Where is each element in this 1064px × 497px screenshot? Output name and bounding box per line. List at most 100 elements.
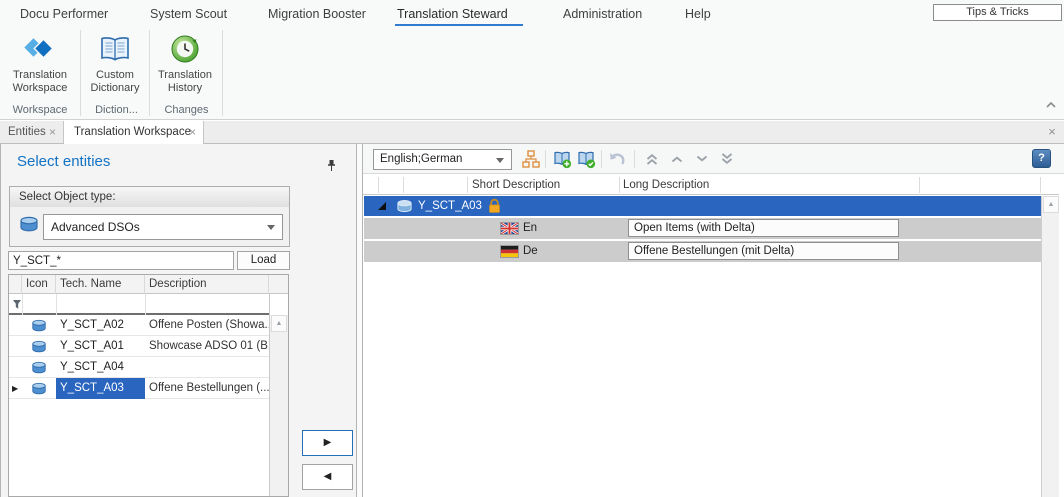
column-header-tech-name[interactable]: Tech. Name (56, 275, 145, 294)
description-cell[interactable]: Offene Posten (Showa... (145, 315, 269, 336)
tech-name-cell[interactable]: Y_SCT_A01 (56, 336, 145, 357)
column-header-description[interactable]: Description (145, 275, 269, 294)
ribbon-group-separator (149, 30, 150, 116)
tab-entities-label: Entities (8, 126, 46, 138)
tree-node-selected[interactable]: Y_SCT_A03 (364, 196, 1041, 216)
close-icon[interactable]: × (1044, 121, 1060, 143)
chevron-down-icon (496, 158, 504, 163)
ribbon-tab-row: Docu Performer System Scout Migration Bo… (0, 0, 1064, 28)
ribbon-tab-administration[interactable]: Administration (563, 7, 642, 21)
object-type-value: Advanced DSOs (51, 220, 140, 234)
tips-and-tricks-button[interactable]: Tips & Tricks (933, 4, 1062, 21)
grid-column-line (619, 177, 620, 193)
chevron-up-icon (1045, 100, 1057, 109)
auto-filter-row[interactable] (9, 294, 269, 315)
active-tab-underline (395, 24, 523, 26)
description-cell[interactable]: Showcase ADSO 01 (B... (145, 336, 269, 357)
long-description-editor[interactable]: Offene Bestellungen (mit Delta) (628, 242, 899, 260)
tab-translation-workspace-label: Translation Workspace (74, 126, 191, 138)
translation-workspace-button[interactable]: Translation Workspace (4, 31, 76, 105)
load-button[interactable]: Load (237, 251, 290, 270)
panel-title: Select entities (17, 153, 110, 170)
language-row-english[interactable]: En Open Items (with Delta) (364, 218, 1041, 239)
grid-column-line (403, 177, 404, 193)
language-selector-value: English;German (380, 153, 462, 165)
custom-dictionary-label: Custom Dictionary (84, 69, 146, 95)
ribbon-group-caption-changes: Changes (151, 104, 222, 116)
ribbon-tab-migration-booster[interactable]: Migration Booster (268, 7, 366, 21)
description-cell[interactable]: Offene Bestellungen (... (145, 378, 269, 399)
adso-cylinder-icon (31, 382, 47, 398)
tech-name-cell[interactable]: Y_SCT_A03 (56, 378, 145, 399)
translation-history-button[interactable]: Translation History (151, 31, 219, 105)
grid-column-line (378, 177, 379, 193)
ribbon-group-separator (222, 30, 223, 116)
add-to-dictionary-icon[interactable] (552, 149, 572, 169)
custom-dictionary-button[interactable]: Custom Dictionary (84, 31, 146, 105)
node-expander-icon[interactable] (378, 202, 386, 210)
column-header-short-description[interactable]: Short Description (472, 175, 560, 195)
row-indicator (9, 315, 22, 336)
hierarchy-view-icon[interactable] (521, 149, 541, 169)
adso-cylinder-icon (396, 199, 413, 216)
scroll-up-button[interactable]: ▲ (271, 315, 287, 332)
collapse-ribbon-button[interactable] (1042, 100, 1060, 115)
tab-entities[interactable]: Entities × (0, 121, 64, 143)
focused-row-indicator: ▶ (9, 378, 22, 399)
toolbar-separator (545, 150, 546, 168)
vertical-scrollbar[interactable]: ▲ (270, 315, 288, 496)
undo-icon[interactable] (606, 149, 626, 169)
germany-flag-icon (501, 246, 518, 257)
move-right-button[interactable]: ▶ (302, 430, 353, 456)
lock-icon (487, 198, 502, 217)
tech-name-cell[interactable]: Y_SCT_A04 (56, 357, 145, 378)
table-row[interactable]: Y_SCT_A02 Offene Posten (Showa... (9, 315, 269, 336)
ribbon-tab-docu-performer[interactable]: Docu Performer (20, 7, 108, 21)
move-left-button[interactable]: ◀ (302, 464, 353, 490)
custom-dictionary-icon (98, 32, 132, 67)
scroll-up-button[interactable]: ▲ (1043, 196, 1059, 213)
next-item-icon[interactable] (694, 151, 710, 167)
translation-toolbar: English;German (363, 144, 1064, 174)
last-item-icon[interactable] (719, 151, 735, 167)
tech-name-cell[interactable]: Y_SCT_A02 (56, 315, 145, 336)
ribbon-tab-help[interactable]: Help (685, 7, 711, 21)
translation-workspace-panel: English;German (362, 144, 1064, 497)
translation-history-icon (168, 32, 202, 67)
first-item-icon[interactable] (644, 151, 660, 167)
apply-dictionary-icon[interactable] (576, 149, 596, 169)
long-description-editor[interactable]: Open Items (with Delta) (628, 219, 899, 237)
vertical-scrollbar[interactable]: ▲ (1041, 196, 1059, 497)
table-row[interactable]: Y_SCT_A01 Showcase ADSO 01 (B... (9, 336, 269, 357)
close-icon[interactable]: × (49, 121, 56, 143)
object-type-dropdown[interactable]: Advanced DSOs (43, 214, 283, 240)
ribbon: Docu Performer System Scout Migration Bo… (0, 0, 1064, 120)
pin-icon[interactable] (325, 159, 338, 172)
row-indicator (9, 357, 22, 378)
translation-history-label: Translation History (151, 69, 219, 95)
column-header-icon[interactable]: Icon (22, 275, 56, 294)
ribbon-tab-system-scout[interactable]: System Scout (150, 7, 227, 21)
adso-cylinder-icon (18, 216, 40, 235)
application-window: Docu Performer System Scout Migration Bo… (0, 0, 1064, 497)
adso-cylinder-icon (31, 340, 47, 356)
object-type-caption: Select Object type: (10, 187, 289, 207)
language-code: De (523, 241, 538, 262)
table-row-selected[interactable]: ▶ Y_SCT_A03 Offene Bestellungen (... (9, 378, 269, 399)
column-header-long-description[interactable]: Long Description (623, 175, 709, 195)
ribbon-tab-translation-steward[interactable]: Translation Steward (397, 7, 508, 21)
row-indicator (9, 336, 22, 357)
language-selector-dropdown[interactable]: English;German (373, 149, 512, 170)
language-row-german[interactable]: De Offene Bestellungen (mit Delta) (364, 241, 1041, 262)
entities-grid-header: Icon Tech. Name Description (9, 275, 288, 294)
name-filter-input[interactable] (8, 251, 234, 270)
table-row[interactable]: Y_SCT_A04 (9, 357, 269, 378)
tab-translation-workspace[interactable]: Translation Workspace × (64, 121, 204, 144)
description-cell[interactable] (145, 357, 269, 378)
close-icon[interactable]: × (189, 121, 196, 143)
tree-node-label: Y_SCT_A03 (418, 196, 482, 216)
previous-item-icon[interactable] (669, 151, 685, 167)
language-code: En (523, 218, 537, 239)
row-indicator-column-header (9, 275, 22, 294)
help-icon[interactable]: ? (1032, 149, 1051, 168)
